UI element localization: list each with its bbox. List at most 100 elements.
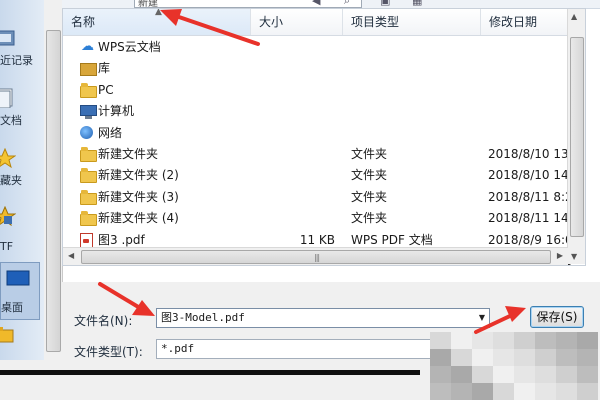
cloud-icon: ☁ <box>81 39 94 54</box>
scroll-left-icon[interactable]: ◀ <box>68 251 74 260</box>
mosaic-tile <box>451 366 472 383</box>
mosaic-tile <box>577 349 598 366</box>
file-row[interactable]: 新建文件夹 文件夹 2018/8/10 13: <box>63 144 573 165</box>
file-date: 2018/8/11 8:2 <box>488 189 573 204</box>
new-folder-icon[interactable]: ▣ <box>380 0 390 7</box>
folder-icon <box>80 168 97 184</box>
column-size[interactable]: 大小 <box>251 9 343 35</box>
file-row[interactable]: 新建文件夹 (3) 文件夹 2018/8/11 8:2 <box>63 187 573 208</box>
filename-label: 文件名(N): <box>74 314 133 328</box>
file-name: PC <box>98 82 114 97</box>
mosaic-tile <box>535 383 556 400</box>
filename-dropdown-icon[interactable]: ▼ <box>474 308 490 328</box>
folder-icon <box>80 211 97 227</box>
mosaic-tile <box>493 366 514 383</box>
mosaic-tile <box>556 366 577 383</box>
mosaic-tile <box>514 349 535 366</box>
place-extra[interactable] <box>0 318 40 360</box>
mosaic-tile <box>472 366 493 383</box>
filename-input[interactable]: 图3-Model.pdf <box>156 308 490 328</box>
place-documents[interactable]: 文档 <box>0 82 40 138</box>
scroll-right-icon[interactable]: ▶ <box>557 251 563 260</box>
folder-icon <box>0 327 14 343</box>
file-name: 新建文件夹 (2) <box>98 168 179 183</box>
list-horizontal-scrollbar[interactable]: ◀ ||| ▶ <box>63 247 568 265</box>
library-icon <box>80 63 97 77</box>
column-name-label: 名称 <box>71 15 96 29</box>
places-scrollbar[interactable] <box>44 0 63 360</box>
mosaic-tile <box>493 383 514 400</box>
mosaic-tile <box>556 383 577 400</box>
file-type: 文件夹 <box>351 189 388 204</box>
sort-up-icon: ▲ <box>155 8 162 17</box>
file-name: 新建文件夹 (3) <box>98 189 179 204</box>
blurred-watermark <box>430 332 600 400</box>
place-computer[interactable]: TF <box>0 200 40 256</box>
file-row[interactable]: PC <box>63 80 567 101</box>
mosaic-tile <box>430 366 451 383</box>
computer-icon <box>80 105 97 120</box>
mosaic-tile <box>514 383 535 400</box>
file-date: 2018/8/10 13: <box>488 147 573 161</box>
place-favorites[interactable]: 藏夹 <box>0 142 40 198</box>
file-name: 新建文件夹 (4) <box>98 211 179 226</box>
file-row[interactable]: 网络 <box>63 123 567 144</box>
folder-icon <box>80 189 97 205</box>
file-name: 新建文件夹 <box>98 147 159 161</box>
mosaic-tile <box>472 332 493 349</box>
dialog-bottom-edge <box>0 360 430 400</box>
mosaic-tile <box>493 332 514 349</box>
place-recent[interactable]: 近记录 <box>0 22 40 78</box>
file-type: 文件夹 <box>351 147 388 161</box>
mosaic-tile <box>535 349 556 366</box>
column-size-label: 大小 <box>259 15 284 29</box>
scroll-grip-icon: ||| <box>314 253 320 262</box>
places-scroll-thumb[interactable] <box>46 30 61 352</box>
search-icon[interactable]: ⌕ <box>344 0 350 8</box>
mosaic-tile <box>535 366 556 383</box>
mosaic-tile <box>514 332 535 349</box>
file-date: 2018/8/11 14: <box>488 211 573 226</box>
file-name: WPS云文档 <box>98 40 161 54</box>
file-type: 文件夹 <box>351 168 388 183</box>
mosaic-tile <box>451 332 472 349</box>
list-scroll-thumb[interactable] <box>570 37 584 237</box>
place-desktop[interactable]: 桌面 <box>0 262 40 320</box>
scroll-up-icon[interactable]: ▲ <box>571 12 577 21</box>
column-type-label: 项目类型 <box>351 15 400 29</box>
list-hscroll-thumb[interactable]: ||| <box>81 250 551 264</box>
file-row[interactable]: ☁ WPS云文档 <box>63 37 567 58</box>
recent-places-icon <box>0 30 15 46</box>
view-icon[interactable]: ▦ <box>412 0 422 7</box>
column-header: 名称 ▲ 大小 项目类型 修改日期 <box>63 9 585 36</box>
mosaic-tile <box>577 383 598 400</box>
list-vertical-scrollbar[interactable]: ▲ ▼ <box>567 9 585 264</box>
folder-icon <box>80 82 97 98</box>
file-name: 网络 <box>98 125 123 140</box>
mosaic-tile <box>535 332 556 349</box>
column-name[interactable]: 名称 ▲ <box>63 9 251 35</box>
desktop-icon <box>6 270 30 286</box>
computer-icon <box>0 206 16 226</box>
column-date-label: 修改日期 <box>489 15 538 29</box>
file-row[interactable]: 新建文件夹 (2) 文件夹 2018/8/10 14: <box>63 165 573 186</box>
column-type[interactable]: 项目类型 <box>343 9 481 35</box>
file-row[interactable]: 计算机 <box>63 101 567 122</box>
mosaic-tile <box>451 383 472 400</box>
file-row[interactable]: 库 <box>63 58 567 79</box>
folder-icon <box>80 147 97 162</box>
mosaic-tile <box>472 383 493 400</box>
file-type: 文件夹 <box>351 211 388 226</box>
place-label: TF <box>0 240 14 253</box>
scroll-down-icon[interactable]: ▼ <box>571 252 577 261</box>
place-label: 近记录 <box>0 54 33 67</box>
path-box[interactable]: 新建 <box>134 0 362 9</box>
save-button[interactable]: 保存(S) <box>530 306 584 328</box>
back-icon[interactable]: ◀ <box>312 0 320 7</box>
mosaic-tile <box>556 332 577 349</box>
place-label: 文档 <box>0 114 22 127</box>
mosaic-tile <box>451 349 472 366</box>
file-name: 计算机 <box>98 104 135 119</box>
places-bar: 近记录 文档 藏夹 TF 桌面 <box>0 0 45 360</box>
file-row[interactable]: 新建文件夹 (4) 文件夹 2018/8/11 14: <box>63 208 573 229</box>
